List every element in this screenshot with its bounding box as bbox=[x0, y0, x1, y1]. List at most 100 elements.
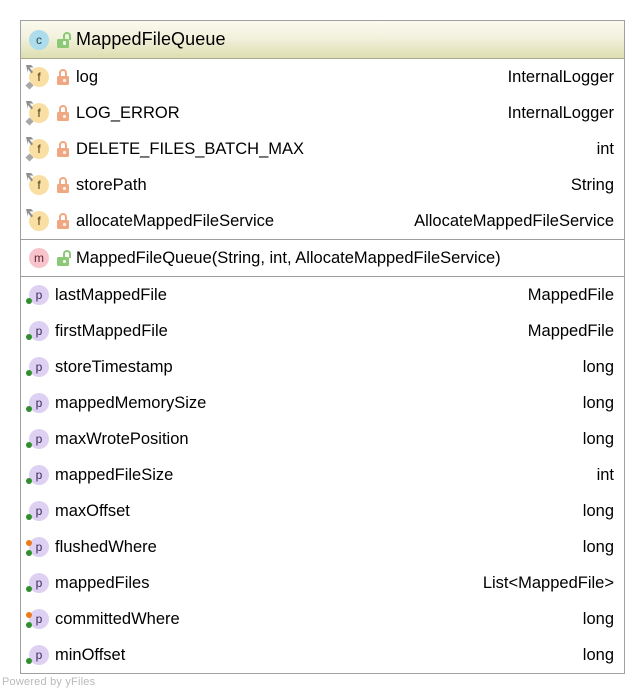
uml-member-row[interactable]: p flushedWhere long bbox=[21, 529, 624, 565]
member-name: minOffset bbox=[55, 645, 126, 664]
class-name: MappedFileQueue bbox=[76, 29, 226, 49]
class-header[interactable]: c MappedFileQueue bbox=[21, 21, 624, 59]
uml-member-row[interactable]: f LOG_ERROR InternalLogger bbox=[21, 95, 624, 131]
field-icon: f bbox=[25, 101, 49, 126]
property-icon: p bbox=[26, 501, 49, 521]
locked-padlock-icon bbox=[56, 213, 70, 229]
method-icon-letter: m bbox=[34, 251, 44, 265]
property-icon: p bbox=[26, 357, 49, 377]
property-icon: p bbox=[26, 645, 49, 665]
member-name: firstMappedFile bbox=[55, 321, 168, 340]
uml-member-row[interactable]: p mappedFiles List<MappedFile> bbox=[21, 565, 624, 601]
uml-member-row[interactable]: m MappedFileQueue(String, int, AllocateMa… bbox=[21, 240, 624, 276]
compartment-methods: m MappedFileQueue(String, int, AllocateMa… bbox=[21, 240, 624, 277]
property-icon: p bbox=[26, 465, 49, 485]
uml-member-row[interactable]: p mappedMemorySize long bbox=[21, 385, 624, 421]
padlock-body bbox=[57, 220, 69, 229]
uml-member-row[interactable]: p lastMappedFile MappedFile bbox=[21, 277, 624, 313]
property-icon-letter: p bbox=[35, 540, 43, 554]
field-icon: f bbox=[25, 65, 49, 90]
property-icon: p bbox=[26, 321, 49, 341]
class-compartments: f log InternalLogger f LOG_ERROR InternalLogg… bbox=[21, 59, 624, 673]
write-accessor-dot-icon bbox=[26, 298, 32, 304]
property-icon: p bbox=[26, 429, 49, 449]
write-accessor-dot-icon bbox=[26, 658, 32, 664]
field-icon-letter: f bbox=[37, 106, 41, 120]
uml-member-row[interactable]: p minOffset long bbox=[21, 637, 624, 673]
member-type: int bbox=[596, 465, 614, 484]
locked-padlock-icon bbox=[56, 69, 70, 85]
uml-member-row[interactable]: f DELETE_FILES_BATCH_MAX int bbox=[21, 131, 624, 167]
property-icon-letter: p bbox=[35, 288, 43, 302]
member-type: long bbox=[582, 357, 614, 376]
final-nail-icon bbox=[26, 101, 34, 110]
property-icon-letter: p bbox=[35, 504, 43, 518]
write-accessor-dot-icon bbox=[26, 586, 32, 592]
property-icon: p bbox=[26, 285, 49, 305]
uml-member-row[interactable]: p committedWhere long bbox=[21, 601, 624, 637]
member-type: long bbox=[582, 537, 614, 556]
static-diamond-icon bbox=[25, 81, 34, 90]
member-type: String bbox=[570, 175, 614, 194]
member-type: InternalLogger bbox=[507, 67, 614, 86]
member-name: maxWrotePosition bbox=[55, 429, 189, 448]
uml-class-node[interactable]: c MappedFileQueue f log InternalLogger f LOG… bbox=[20, 20, 625, 674]
field-icon-letter: f bbox=[37, 178, 41, 192]
uml-member-row[interactable]: p maxWrotePosition long bbox=[21, 421, 624, 457]
padlock-keyhole bbox=[62, 41, 66, 45]
member-name: LOG_ERROR bbox=[76, 103, 180, 122]
property-icon-letter: p bbox=[35, 576, 43, 590]
locked-padlock-icon bbox=[56, 177, 70, 193]
property-icon: p bbox=[26, 573, 49, 593]
member-type: MappedFile bbox=[527, 285, 614, 304]
property-icon-letter: p bbox=[35, 432, 43, 446]
padlock-keyhole bbox=[62, 222, 66, 226]
property-icon-letter: p bbox=[35, 324, 43, 338]
property-icon-letter: p bbox=[35, 396, 43, 410]
member-type: InternalLogger bbox=[507, 103, 614, 122]
padlock-body bbox=[57, 38, 69, 48]
padlock-keyhole bbox=[62, 150, 66, 154]
field-icon-letter: f bbox=[37, 70, 41, 84]
member-name: lastMappedFile bbox=[55, 285, 167, 304]
write-accessor-dot-icon bbox=[26, 334, 32, 340]
member-type: long bbox=[582, 645, 614, 664]
uml-member-row[interactable]: f storePath String bbox=[21, 167, 624, 203]
field-icon: f bbox=[26, 209, 49, 231]
locked-padlock-icon bbox=[56, 141, 70, 157]
uml-member-row[interactable]: p firstMappedFile MappedFile bbox=[21, 313, 624, 349]
write-accessor-dot-icon bbox=[26, 442, 32, 448]
static-diamond-icon bbox=[25, 117, 34, 126]
static-diamond-icon bbox=[25, 153, 34, 162]
uml-class-diagram: c MappedFileQueue f log InternalLogger f LOG… bbox=[0, 0, 641, 700]
unlocked-padlock-icon bbox=[56, 250, 71, 266]
final-nail-icon bbox=[26, 65, 34, 74]
member-type: List<MappedFile> bbox=[482, 573, 614, 592]
padlock-body bbox=[57, 76, 69, 85]
write-accessor-dot-icon bbox=[26, 478, 32, 484]
uml-member-row[interactable]: f allocateMappedFileService AllocateMapped… bbox=[21, 203, 624, 239]
uml-member-row[interactable]: p storeTimestamp long bbox=[21, 349, 624, 385]
property-icon: p bbox=[26, 393, 49, 413]
field-icon: f bbox=[25, 137, 49, 162]
uml-member-row[interactable]: f log InternalLogger bbox=[21, 59, 624, 95]
field-icon-letter: f bbox=[37, 214, 41, 228]
write-accessor-dot-icon bbox=[26, 622, 32, 628]
write-accessor-dot-icon bbox=[26, 370, 32, 376]
uml-member-row[interactable]: p mappedFileSize int bbox=[21, 457, 624, 493]
member-name: mappedFiles bbox=[55, 573, 150, 592]
padlock-keyhole bbox=[62, 186, 66, 190]
padlock-body bbox=[57, 148, 69, 157]
member-name: maxOffset bbox=[55, 501, 130, 520]
uml-member-row[interactable]: p maxOffset long bbox=[21, 493, 624, 529]
member-type: MappedFile bbox=[527, 321, 614, 340]
property-icon: p bbox=[26, 609, 49, 629]
member-name: storeTimestamp bbox=[55, 357, 173, 376]
member-name: committedWhere bbox=[55, 609, 180, 628]
property-icon-letter: p bbox=[35, 612, 43, 626]
property-icon-letter: p bbox=[35, 648, 43, 662]
member-type: int bbox=[596, 139, 614, 158]
property-icon: p bbox=[26, 537, 49, 557]
member-type: AllocateMappedFileService bbox=[414, 211, 614, 230]
member-name: mappedMemorySize bbox=[55, 393, 207, 412]
